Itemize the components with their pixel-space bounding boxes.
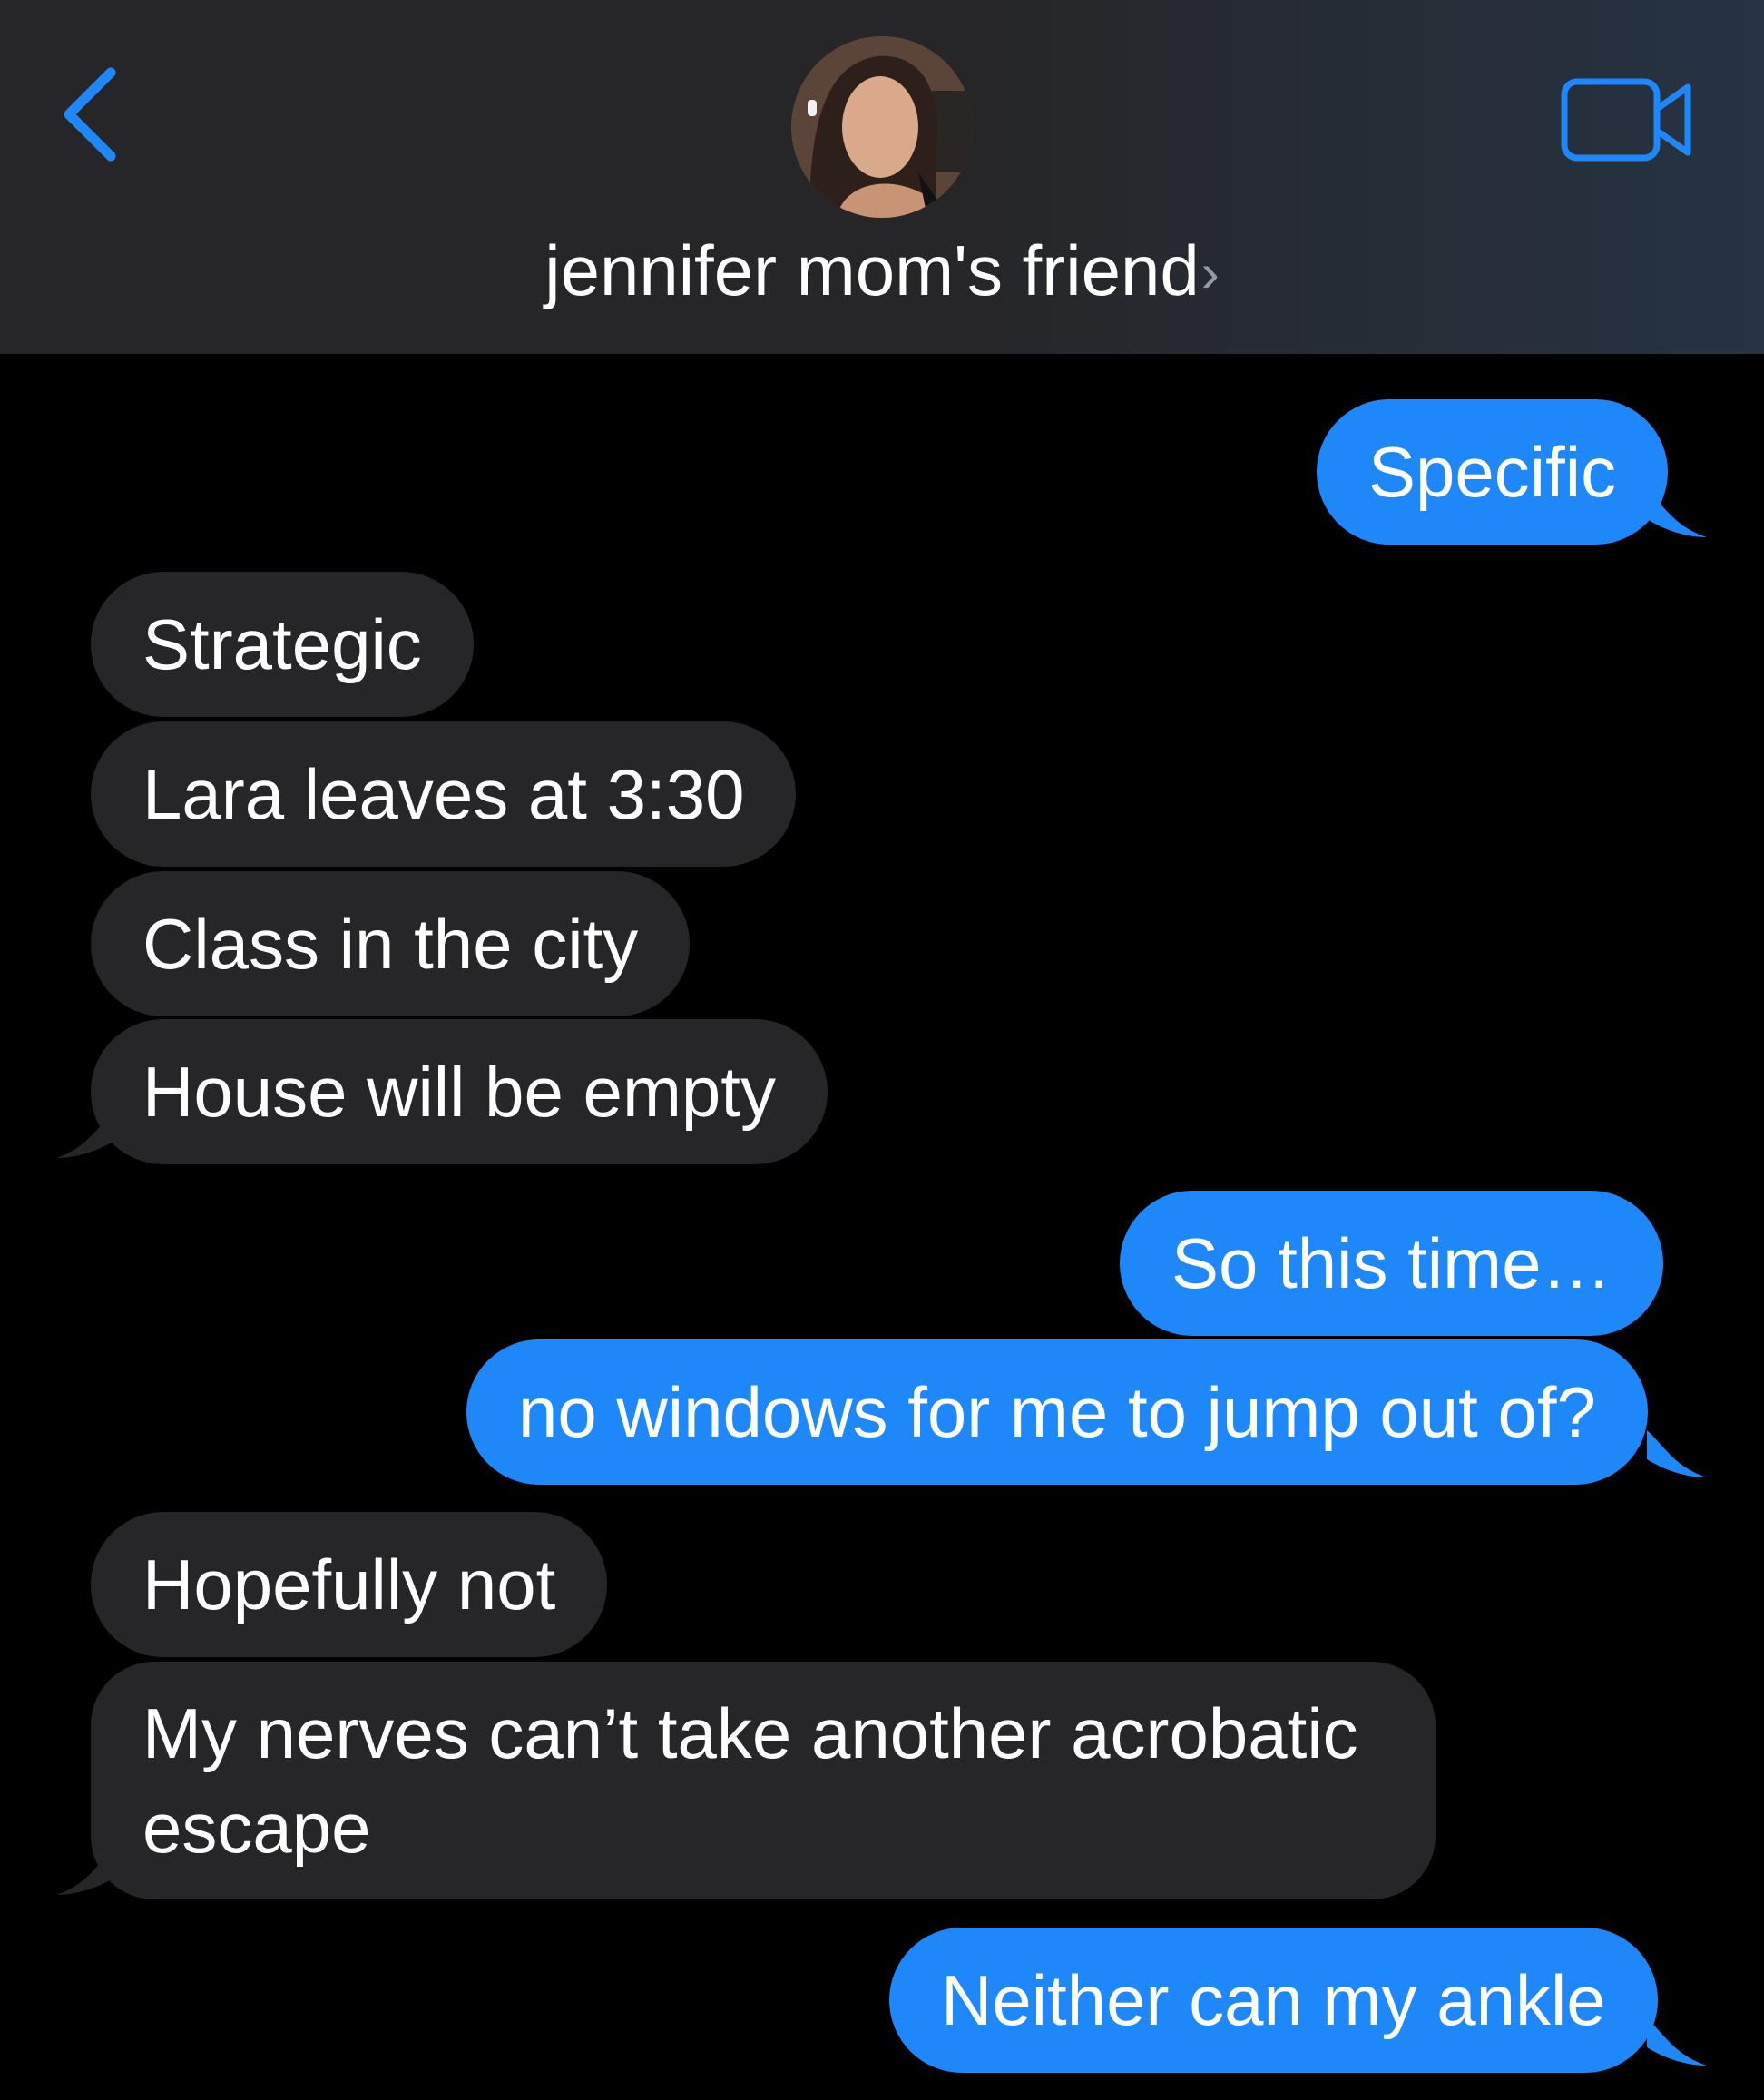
video-camera-icon <box>1561 78 1691 162</box>
bubble-tail <box>1647 2018 1707 2066</box>
message-text: So this time… <box>1171 1223 1612 1303</box>
message-text: Hopefully not <box>142 1545 556 1624</box>
video-call-button[interactable] <box>1559 74 1695 165</box>
back-button[interactable] <box>53 60 134 169</box>
chevron-left-icon <box>64 67 116 162</box>
message-text: no windows for me to jump out of? <box>518 1372 1596 1452</box>
message-text: Neither can my ankle <box>941 1960 1606 2040</box>
message-text: Strategic <box>142 604 422 684</box>
message-bubble-incoming[interactable]: Hopefully not <box>91 1512 608 1657</box>
message-bubble-incoming[interactable]: Class in the city <box>91 871 691 1016</box>
message-text: Class in the city <box>142 904 639 984</box>
message-text: House will be empty <box>142 1052 776 1132</box>
message-bubble-incoming[interactable]: House will be empty <box>91 1019 828 1164</box>
message-bubble-incoming[interactable]: Strategic <box>91 572 474 717</box>
message-text: Lara leaves at 3:30 <box>142 754 745 834</box>
message-bubble-incoming[interactable]: My nerves can’t take another acrobatic e… <box>91 1662 1436 1899</box>
message-bubble-outgoing[interactable]: Specific <box>1317 399 1669 545</box>
message-bubble-outgoing[interactable]: Neither can my ankle <box>889 1928 1658 2073</box>
chevron-right-icon: › <box>1200 242 1220 303</box>
message-bubble-outgoing[interactable]: no windows for me to jump out of? <box>466 1339 1648 1485</box>
message-text: My nerves can’t take another acrobatic e… <box>142 1693 1358 1868</box>
contact-name[interactable]: jennifer mom's friend› <box>0 225 1764 319</box>
contact-name-label: jennifer mom's friend <box>544 231 1200 310</box>
conversation-header: jennifer mom's friend› <box>0 0 1764 354</box>
avatar-photo <box>791 36 973 218</box>
bubble-tail <box>1647 1430 1707 1477</box>
message-bubble-outgoing[interactable]: So this time… <box>1120 1191 1664 1336</box>
bubble-tail <box>1647 490 1707 537</box>
message-bubble-incoming[interactable]: Lara leaves at 3:30 <box>91 721 797 867</box>
bubble-tail <box>56 1846 116 1895</box>
message-text: Specific <box>1368 432 1617 512</box>
bubble-tail <box>56 1109 116 1158</box>
contact-avatar[interactable] <box>791 36 973 218</box>
